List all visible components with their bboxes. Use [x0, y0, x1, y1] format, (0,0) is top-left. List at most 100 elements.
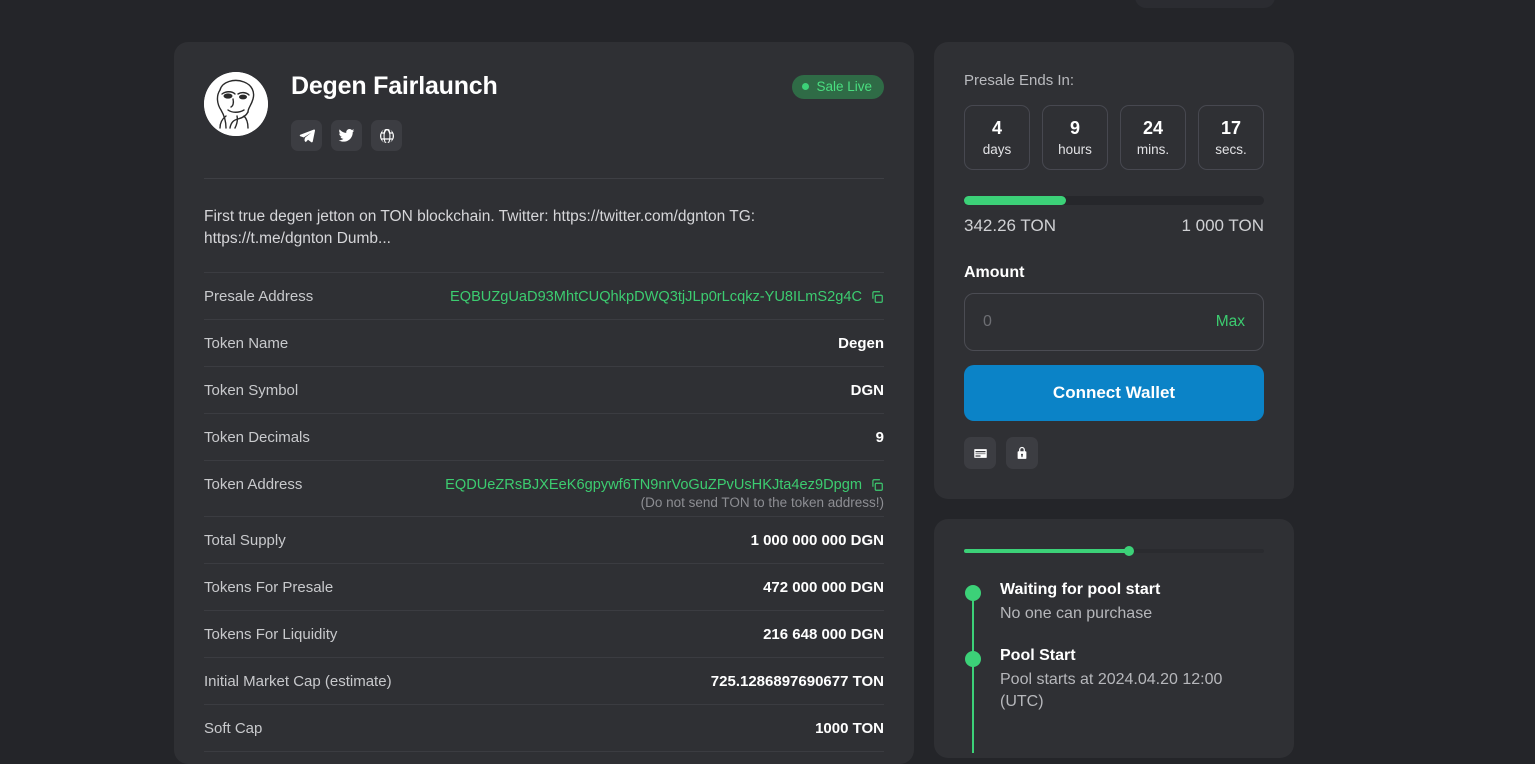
countdown-value: 9	[1069, 118, 1080, 138]
project-details-card: Degen Fairlaunch Sale Live First true de…	[174, 42, 914, 764]
timeline-step-title: Pool Start	[1000, 647, 1076, 664]
twitter-icon	[338, 128, 355, 142]
social-link-twitter[interactable]	[331, 120, 362, 151]
pool-timeline-card: Waiting for pool start No one can purcha…	[934, 519, 1294, 758]
globe-icon	[379, 128, 394, 143]
header-divider	[204, 178, 884, 179]
project-header: Degen Fairlaunch Sale Live	[204, 72, 884, 151]
timeline-step-subtitle: Pool starts at 2024.04.20 12:00 (UTC)	[1000, 671, 1223, 710]
row-label: Token Name	[204, 335, 289, 352]
row-value: EQDUeZRsBJXEeK6gpywf6TN9nrVoGuZPvUsHKJta…	[445, 477, 884, 493]
table-row: Token Symbol DGN	[204, 366, 884, 413]
social-link-website[interactable]	[371, 120, 402, 151]
wallet-card-button[interactable]	[964, 437, 996, 469]
right-column: Presale Ends In: 4 days 9 hours 24 mins.	[934, 42, 1294, 758]
social-link-telegram[interactable]	[291, 120, 322, 151]
timeline-steps: Waiting for pool start No one can purcha…	[964, 581, 1264, 753]
row-label: Token Decimals	[204, 429, 310, 446]
countdown-seconds: 17 secs.	[1198, 105, 1264, 170]
timeline-step-pool-start: Pool Start Pool starts at 2024.04.20 12:…	[965, 647, 1264, 713]
table-row: Presale Address EQBUZgUaD93MhtCUQhkpDWQ3…	[204, 272, 884, 319]
token-address-value[interactable]: EQDUeZRsBJXEeK6gpywf6TN9nrVoGuZPvUsHKJta…	[445, 477, 862, 493]
wallet-card-icon	[973, 448, 987, 458]
row-label: Tokens For Presale	[204, 579, 334, 596]
token-address-warning: (Do not send TON to the token address!)	[640, 495, 884, 510]
row-label: Token Symbol	[204, 382, 299, 399]
timeline-step-subtitle: No one can purchase	[1000, 605, 1153, 622]
countdown-unit: secs.	[1215, 142, 1247, 157]
timeline-progress-knob[interactable]	[1124, 546, 1134, 556]
row-label: Soft Cap	[204, 720, 263, 737]
row-label: Total Supply	[204, 532, 286, 549]
table-row: Limit per user 100 TON	[204, 751, 884, 764]
page-layout: Degen Fairlaunch Sale Live First true de…	[174, 42, 1294, 764]
row-value: Degen	[838, 335, 884, 352]
countdown-unit: days	[982, 142, 1012, 157]
presale-progress-bar	[964, 196, 1264, 205]
countdown-unit: hours	[1058, 142, 1092, 157]
amount-input[interactable]	[983, 313, 1216, 331]
timeline-progress-fill	[964, 549, 1129, 553]
presale-progress-legend: 342.26 TON 1 000 TON	[964, 216, 1264, 236]
countdown-value: 17	[1220, 118, 1242, 138]
timeline-progress-bar	[964, 546, 1264, 556]
row-value: EQBUZgUaD93MhtCUQhkpDWQ3tjJLp0rLcqkz-YU8…	[450, 289, 884, 305]
status-badge-label: Sale Live	[816, 78, 872, 94]
amount-label: Amount	[964, 264, 1025, 281]
table-row: Total Supply 1 000 000 000 DGN	[204, 516, 884, 563]
avatar	[204, 72, 268, 136]
copy-icon[interactable]	[870, 290, 884, 304]
countdown-value: 4	[991, 118, 1002, 138]
project-header-main: Degen Fairlaunch Sale Live	[291, 72, 884, 151]
row-value: 472 000 000 DGN	[763, 579, 884, 596]
table-row: Soft Cap 1000 TON	[204, 704, 884, 751]
top-cutoff-pill	[1135, 0, 1275, 8]
row-value: 216 648 000 DGN	[763, 626, 884, 643]
page-title: Degen Fairlaunch	[291, 72, 498, 100]
raised-amount: 342.26 TON	[964, 216, 1056, 235]
row-label: Presale Address	[204, 288, 314, 305]
timeline-dot-icon	[965, 651, 981, 667]
connect-wallet-button[interactable]: Connect Wallet	[964, 365, 1264, 421]
presale-ends-label: Presale Ends In:	[964, 72, 1075, 89]
table-row: Token Decimals 9	[204, 413, 884, 460]
live-dot-icon	[802, 82, 810, 90]
countdown-days: 4 days	[964, 105, 1030, 170]
timeline-dot-icon	[965, 585, 981, 601]
row-label: Initial Market Cap (estimate)	[204, 673, 392, 690]
wojak-meme-avatar-icon	[204, 72, 268, 136]
row-label: Token Address	[204, 476, 303, 493]
table-row: Tokens For Liquidity 216 648 000 DGN	[204, 610, 884, 657]
row-value: 725.1286897690677 TON	[710, 673, 884, 690]
timeline-connector-line	[972, 591, 974, 753]
row-label: Tokens For Liquidity	[204, 626, 338, 643]
copy-icon[interactable]	[870, 478, 884, 492]
table-row: Token Name Degen	[204, 319, 884, 366]
countdown-unit: mins.	[1136, 142, 1170, 157]
timeline-step-title: Waiting for pool start	[1000, 581, 1161, 598]
presale-mini-actions	[964, 437, 1264, 469]
lock-button[interactable]	[1006, 437, 1038, 469]
table-row: Initial Market Cap (estimate) 725.128689…	[204, 657, 884, 704]
detail-rows: Presale Address EQBUZgUaD93MhtCUQhkpDWQ3…	[204, 272, 884, 764]
presale-page: Degen Fairlaunch Sale Live First true de…	[0, 0, 1535, 764]
countdown-value: 24	[1142, 118, 1164, 138]
presale-progress-fill	[964, 196, 1066, 205]
lock-icon	[1017, 446, 1027, 459]
timeline-step-waiting: Waiting for pool start No one can purcha…	[965, 581, 1264, 625]
table-row: Token Address EQDUeZRsBJXEeK6gpywf6TN9nr…	[204, 460, 884, 516]
table-row: Tokens For Presale 472 000 000 DGN	[204, 563, 884, 610]
amount-input-wrapper[interactable]: Max	[964, 293, 1264, 351]
row-value: 1 000 000 000 DGN	[750, 532, 884, 549]
row-value: 1000 TON	[815, 720, 884, 737]
countdown-hours: 9 hours	[1042, 105, 1108, 170]
status-badge: Sale Live	[792, 74, 884, 99]
telegram-icon	[299, 128, 315, 142]
title-line: Degen Fairlaunch Sale Live	[291, 72, 884, 101]
goal-amount: 1 000 TON	[1181, 216, 1264, 235]
presale-address-value[interactable]: EQBUZgUaD93MhtCUQhkpDWQ3tjJLp0rLcqkz-YU8…	[450, 289, 862, 305]
countdown-minutes: 24 mins.	[1120, 105, 1186, 170]
presale-widget-card: Presale Ends In: 4 days 9 hours 24 mins.	[934, 42, 1294, 499]
max-button[interactable]: Max	[1216, 313, 1245, 331]
project-description: First true degen jetton on TON blockchai…	[204, 208, 756, 247]
